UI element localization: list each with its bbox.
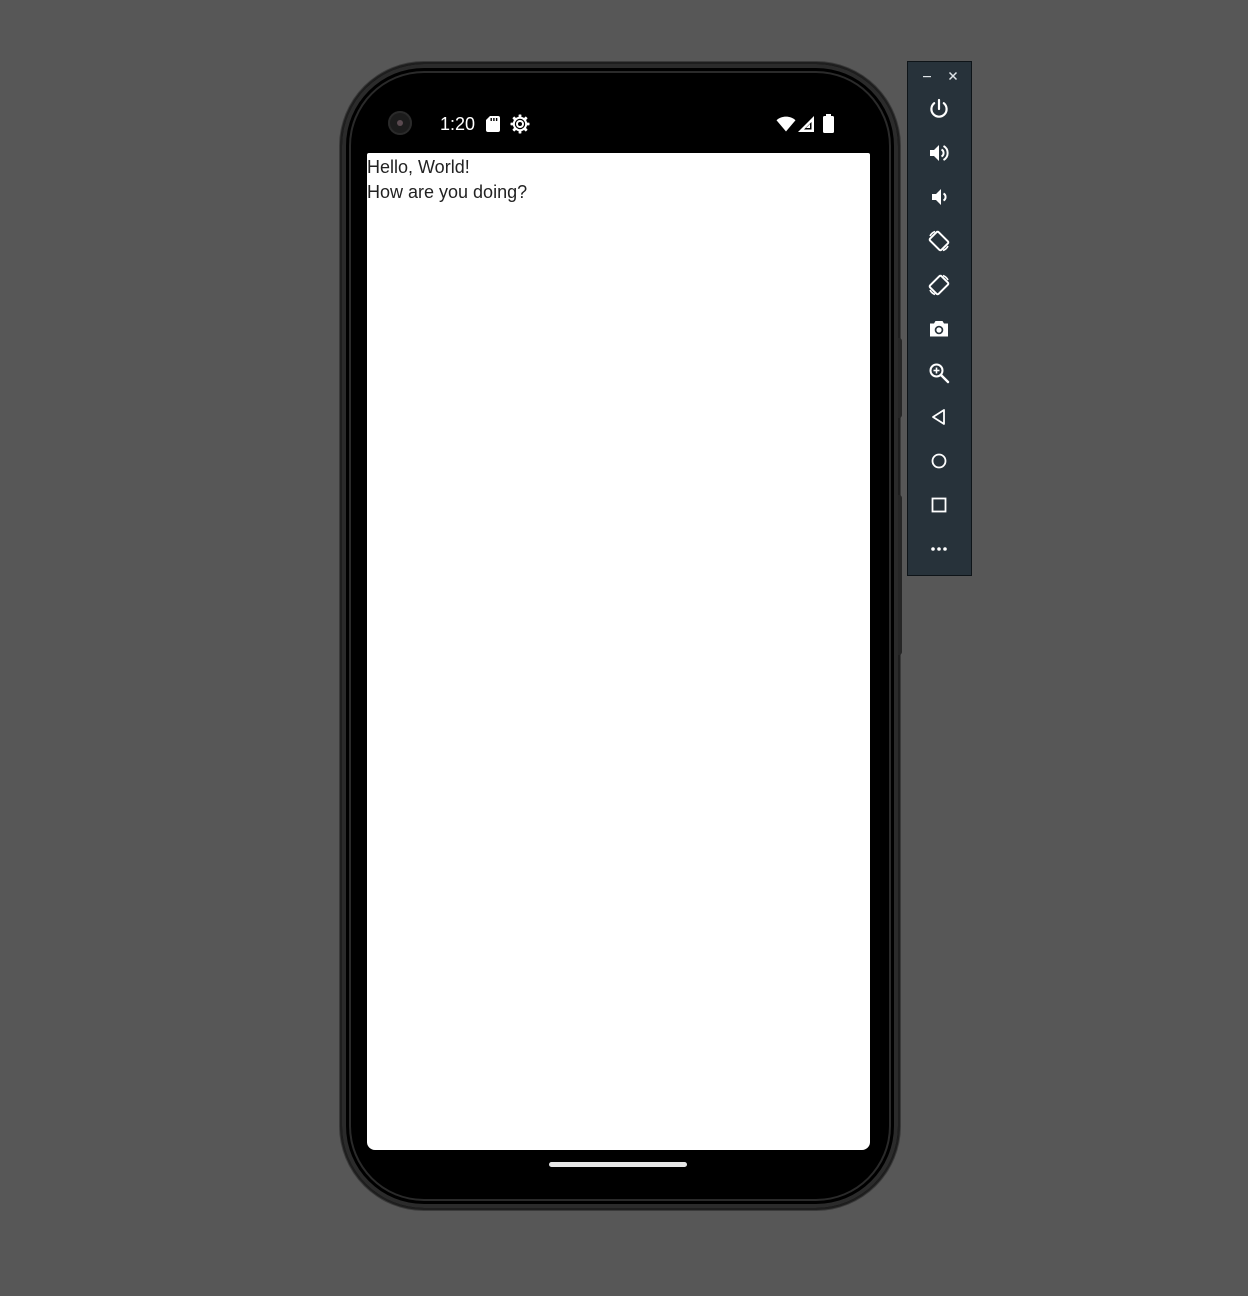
- gesture-home-bar[interactable]: [549, 1162, 687, 1167]
- back-icon: [932, 409, 945, 425]
- settings-gear-icon: [510, 114, 530, 134]
- emulator-toolbar: [907, 61, 972, 576]
- camera-icon: [930, 321, 948, 337]
- greeting-text: Hello, World!: [367, 157, 470, 177]
- more-icon: [931, 547, 947, 551]
- overview-icon: [931, 497, 947, 513]
- screenshot-button[interactable]: [923, 313, 955, 345]
- wifi-icon: [776, 116, 796, 132]
- sd-card-icon: [486, 116, 500, 132]
- rotate-left-button[interactable]: [923, 225, 955, 257]
- app-screen[interactable]: Hello, World! How are you doing?: [367, 153, 870, 1150]
- rotate-left-icon: [928, 230, 950, 252]
- emulator-desktop: 1:20 Hello, World! How are you doing?: [0, 0, 1248, 1296]
- minimize-button[interactable]: [917, 66, 937, 86]
- home-icon: [931, 453, 947, 469]
- rotate-right-button[interactable]: [923, 269, 955, 301]
- toolbar-window-controls: [908, 66, 971, 86]
- power-button[interactable]: [923, 93, 955, 125]
- volume-down-icon: [932, 189, 947, 205]
- status-time: 1:20: [440, 114, 476, 134]
- more-button[interactable]: [923, 533, 955, 565]
- close-button[interactable]: [943, 66, 963, 86]
- home-button[interactable]: [923, 445, 955, 477]
- front-camera-cutout: [388, 111, 412, 135]
- cell-signal-icon: [798, 116, 814, 132]
- battery-icon: [823, 114, 834, 133]
- volume-up-button[interactable]: [923, 137, 955, 169]
- phone-power-key: [898, 338, 902, 418]
- app-content: Hello, World! How are you doing?: [367, 155, 527, 205]
- back-button[interactable]: [923, 401, 955, 433]
- phone-volume-keys: [898, 495, 902, 655]
- status-bar: 1:20: [367, 104, 870, 144]
- minimize-icon: [923, 76, 931, 78]
- overview-button[interactable]: [923, 489, 955, 521]
- power-icon: [930, 98, 948, 118]
- volume-up-icon: [930, 145, 949, 161]
- rotate-right-icon: [928, 274, 950, 296]
- volume-down-button[interactable]: [923, 181, 955, 213]
- question-text: How are you doing?: [367, 182, 528, 202]
- close-icon: [948, 71, 958, 81]
- zoom-icon: [929, 363, 950, 384]
- zoom-button[interactable]: [923, 357, 955, 389]
